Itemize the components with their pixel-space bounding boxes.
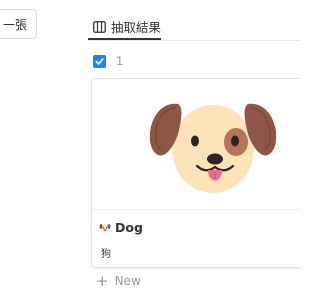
table-icon (92, 20, 106, 34)
new-item-button[interactable]: + New (96, 272, 141, 290)
gallery-card[interactable]: Dog 狗 (91, 78, 300, 268)
left-partial-button-label: 一張 (3, 17, 28, 32)
tab-divider (88, 40, 300, 41)
card-title-text: Dog (115, 220, 143, 235)
dog-face-icon (149, 103, 277, 193)
plus-icon: + (96, 272, 109, 290)
tab-label: 抽取結果 (111, 20, 162, 35)
tab-extraction-results[interactable]: 抽取結果 (92, 17, 161, 36)
dog-face-icon (99, 223, 111, 232)
new-item-label: New (114, 274, 141, 288)
left-partial-button[interactable]: 一張 (0, 9, 38, 39)
page: 一張 抽取結果 1 Dog 狗 + New (0, 0, 300, 300)
card-title: Dog (99, 220, 143, 235)
card-property-value: 狗 (101, 249, 111, 260)
card-cover (92, 79, 300, 210)
checkmark-icon (95, 57, 104, 65)
result-count: 1 (116, 54, 124, 68)
select-all-checkbox[interactable] (93, 54, 106, 68)
result-count-row: 1 (93, 54, 123, 68)
